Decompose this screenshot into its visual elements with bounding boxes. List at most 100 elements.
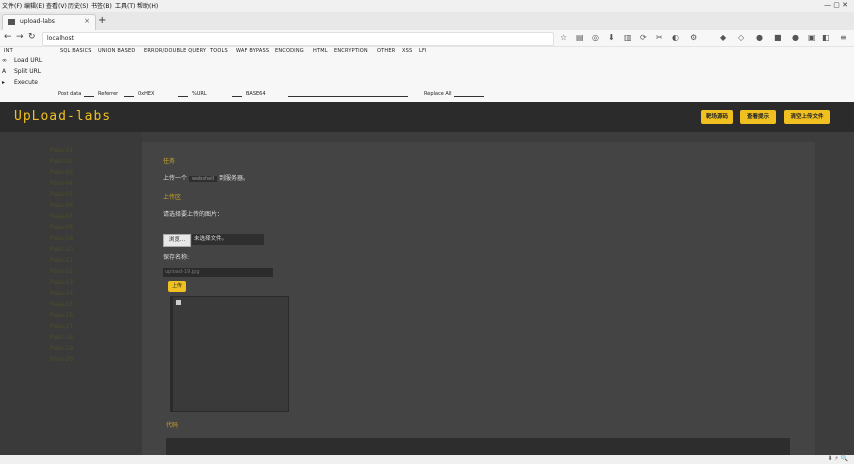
hackbar-waf-bypass[interactable]: WAF BYPASS: [236, 48, 269, 54]
option-referrer[interactable]: Referrer: [98, 91, 118, 97]
show-hint-button[interactable]: 查看提示: [740, 110, 776, 124]
menu-tools[interactable]: 工具(T): [115, 1, 135, 10]
task-description: 上传一个 webshell 到服务器。: [163, 173, 249, 182]
menu-icon[interactable]: ≡: [840, 33, 847, 42]
hackbar-error-query[interactable]: ERROR/DOUBLE QUERY: [144, 48, 206, 54]
load-url-icon[interactable]: ∞: [2, 57, 7, 64]
window-controls[interactable]: — ▢ ✕: [824, 1, 848, 9]
sidebar-item-pass-09[interactable]: Pass-09: [50, 235, 73, 242]
execute-button[interactable]: Execute: [14, 79, 38, 86]
option-divider: [84, 96, 94, 97]
hackbar-sql-basics[interactable]: SQL BASICS: [60, 48, 92, 54]
source-code-button[interactable]: 靶场源码: [701, 110, 733, 124]
bookmark-star-icon[interactable]: ☆: [560, 33, 567, 42]
save-name-input[interactable]: upload-19.jpg: [163, 268, 273, 277]
tab-bar: upload-labs × +: [0, 12, 854, 31]
url-text: localhost: [47, 35, 74, 42]
browser-menubar: 文件(F) 编辑(E) 查看(V) 历史(S) 书签(B) 工具(T) 帮助(H…: [0, 0, 854, 12]
file-name-display: 未选择文件。: [192, 234, 264, 245]
option-divider: [124, 96, 134, 97]
hackbar-lfi[interactable]: LFI: [419, 48, 427, 54]
sidebar-item-pass-20[interactable]: Pass-20: [50, 356, 73, 363]
forward-button[interactable]: →: [16, 32, 24, 42]
menu-history[interactable]: 历史(S): [68, 1, 89, 10]
sidebar-item-pass-05[interactable]: Pass-05: [50, 191, 73, 198]
sidebar-item-pass-07[interactable]: Pass-07: [50, 213, 73, 220]
hackbar-html[interactable]: HTML: [313, 48, 328, 54]
pocket-icon[interactable]: ◎: [592, 33, 599, 42]
sidebar-item-pass-18[interactable]: Pass-18: [50, 334, 73, 341]
hackbar-encryption[interactable]: ENCRYPTION: [334, 48, 368, 54]
url-bar[interactable]: localhost: [42, 32, 554, 46]
split-url-button[interactable]: Split URL: [14, 68, 41, 75]
sidebar-item-pass-04[interactable]: Pass-04: [50, 180, 73, 187]
sidebar-item-pass-06[interactable]: Pass-06: [50, 202, 73, 209]
sidebar-item-pass-13[interactable]: Pass-13: [50, 279, 73, 286]
save-name-label: 保存名称:: [163, 254, 190, 261]
task-heading: 任务: [163, 158, 176, 165]
clear-uploads-button[interactable]: 清空上传文件: [784, 110, 830, 124]
option-hex[interactable]: 0xHEX: [138, 91, 154, 97]
sync-icon[interactable]: ⟳: [640, 33, 647, 42]
translate-icon[interactable]: ◧: [822, 33, 830, 42]
broken-image-icon: [176, 300, 181, 305]
circle-icon[interactable]: ●: [792, 33, 799, 42]
hackbar-other[interactable]: OTHER: [377, 48, 395, 54]
menu-help[interactable]: 帮助(H): [137, 1, 158, 10]
hackbar-tools[interactable]: TOOLS: [210, 48, 228, 54]
select-image-label: 请选择要上传的图片：: [163, 211, 224, 218]
sidebar-item-pass-01[interactable]: Pass-01: [50, 147, 73, 154]
hackbar-union-based[interactable]: UNION BASED: [98, 48, 135, 54]
sidebar-item-pass-17[interactable]: Pass-17: [50, 323, 73, 330]
camera-icon[interactable]: ▣: [808, 33, 816, 42]
option-divider: [454, 96, 484, 97]
upload-heading: 上传区: [163, 194, 182, 201]
sidebar-item-pass-14[interactable]: Pass-14: [50, 290, 73, 297]
sidebar-item-pass-02[interactable]: Pass-02: [50, 158, 73, 165]
screenshot-icon[interactable]: ✂: [656, 33, 663, 42]
status-bar: ⬇ ⚡ 🔍: [0, 455, 854, 464]
split-url-icon[interactable]: A: [2, 68, 6, 75]
back-button[interactable]: ←: [4, 32, 12, 42]
hackbar-int[interactable]: INT: [4, 48, 13, 54]
upload-button[interactable]: 上传: [168, 281, 186, 292]
library-icon[interactable]: ▥: [624, 33, 632, 42]
sidebar-item-pass-03[interactable]: Pass-03: [50, 169, 73, 176]
option-base64[interactable]: BASE64: [246, 91, 266, 97]
extension-icon[interactable]: ◐: [672, 33, 679, 42]
addon-icon[interactable]: ◆: [720, 33, 726, 42]
tab-close-icon[interactable]: ×: [84, 17, 90, 25]
site-logo[interactable]: UpLoad-labs: [14, 109, 111, 124]
option-post-data[interactable]: Post data: [58, 91, 81, 97]
shield-icon[interactable]: ◇: [738, 33, 744, 42]
menu-bookmarks[interactable]: 书签(B): [91, 1, 112, 10]
challenge-panel: 任务 上传一个 webshell 到服务器。 上传区 请选择要上传的图片： 浏览..…: [142, 142, 815, 464]
browser-tab[interactable]: upload-labs ×: [2, 14, 96, 30]
sidebar-item-pass-16[interactable]: Pass-16: [50, 312, 73, 319]
sidebar-item-pass-12[interactable]: Pass-12: [50, 268, 73, 275]
account-icon[interactable]: ●: [756, 33, 763, 42]
browse-button[interactable]: 浏览...: [163, 234, 191, 247]
sidebar-item-pass-19[interactable]: Pass-19: [50, 345, 73, 352]
load-url-button[interactable]: Load URL: [14, 57, 42, 64]
sidebar-item-pass-10[interactable]: Pass-10: [50, 246, 73, 253]
menu-file[interactable]: 文件(F): [2, 1, 22, 10]
reload-button[interactable]: ↻: [28, 32, 36, 42]
option-replace-all[interactable]: Replace All: [424, 91, 452, 97]
option-url[interactable]: %URL: [192, 91, 207, 97]
execute-icon[interactable]: ▸: [2, 79, 5, 86]
container-icon[interactable]: ■: [774, 33, 782, 42]
download-icon[interactable]: ⬇: [608, 33, 615, 42]
sidebar-item-pass-08[interactable]: Pass-08: [50, 224, 73, 231]
settings-icon[interactable]: ⚙: [690, 33, 697, 42]
menu-edit[interactable]: 编辑(E): [24, 1, 44, 10]
reader-icon[interactable]: ▤: [576, 33, 584, 42]
hackbar-xss[interactable]: XSS: [402, 48, 412, 54]
menu-view[interactable]: 查看(V): [46, 1, 67, 10]
sidebar-item-pass-11[interactable]: Pass-11: [50, 257, 73, 264]
hackbar-options: Post data Referrer 0xHEX %URL BASE64 Rep…: [0, 90, 854, 100]
sidebar-item-pass-15[interactable]: Pass-15: [50, 301, 73, 308]
task-code: webshell: [189, 176, 217, 182]
new-tab-button[interactable]: +: [98, 15, 106, 26]
hackbar-encoding[interactable]: ENCODING: [275, 48, 304, 54]
